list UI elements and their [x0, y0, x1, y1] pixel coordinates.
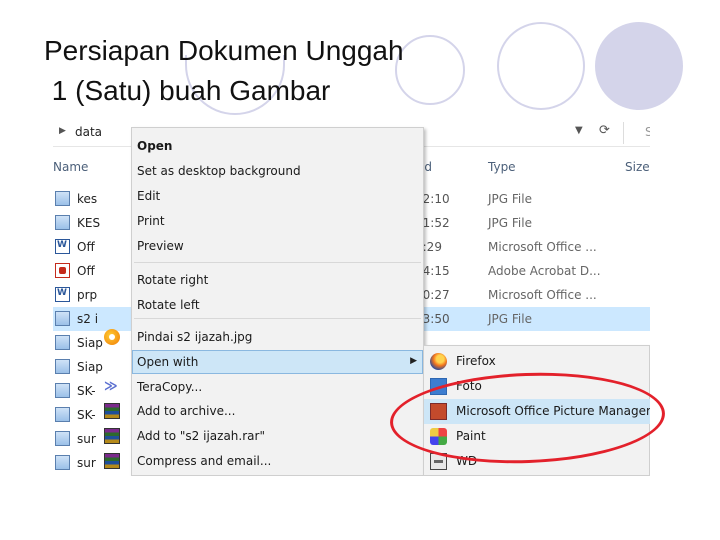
context-menu: Open Set as desktop background Edit Print Pr…: [104, 127, 424, 476]
open-with-item-label: Microsoft Office Picture Manager: [456, 404, 650, 418]
open-with-item-label: Firefox: [456, 354, 496, 368]
open-with-item[interactable]: WD: [424, 449, 650, 474]
photos-icon: [430, 378, 447, 395]
menu-separator: [134, 318, 421, 319]
pdf-file-icon: [55, 263, 70, 278]
context-menu-item-label: Set as desktop background: [137, 164, 301, 178]
file-name: s2 i: [77, 312, 99, 326]
firefox-icon: [430, 353, 447, 370]
image-file-icon: [55, 191, 70, 206]
context-menu-item[interactable]: Add to archive...: [104, 399, 423, 423]
chevron-right-icon: ▶: [410, 356, 417, 366]
file-name: SK-: [77, 408, 96, 422]
file-name: Siap: [77, 336, 103, 350]
context-menu-item[interactable]: Edit: [132, 184, 423, 208]
winrar-icon: [104, 428, 120, 444]
divider: [623, 122, 624, 144]
open-with-item[interactable]: Firefox: [424, 349, 650, 374]
decorative-circle: [497, 22, 585, 110]
file-name: SK-: [77, 384, 96, 398]
explorer-screenshot: ▶ data ▼ ⟳ S Name ed Type Size kes 12:10 J…: [53, 120, 650, 476]
open-with-submenu: Firefox Foto Microsoft Office Picture Mana…: [423, 345, 650, 476]
image-file-icon: [55, 335, 70, 350]
slide-title-line-1: Persiapan Dokumen Unggah: [44, 35, 404, 66]
word-file-icon: [55, 239, 70, 254]
context-menu-item-label: Preview: [137, 239, 184, 253]
winrar-icon: [104, 453, 120, 469]
teracopy-icon: ≫: [104, 379, 118, 394]
context-menu-item-label: Print: [137, 214, 165, 228]
scan-icon: [104, 329, 120, 345]
image-file-icon: [55, 311, 70, 326]
column-header-size[interactable]: Size: [625, 160, 650, 174]
context-menu-item[interactable]: Print: [132, 209, 423, 233]
menu-separator: [134, 262, 421, 263]
context-menu-item[interactable]: Pindai s2 ijazah.jpg: [104, 325, 423, 349]
context-menu-item-label: Add to archive...: [137, 404, 236, 418]
context-menu-item-label: Open: [137, 139, 173, 153]
open-with-item[interactable]: Foto: [424, 374, 650, 399]
chevron-down-icon[interactable]: ▼: [575, 125, 583, 136]
winrar-icon: [104, 403, 120, 419]
open-with-item-label: Foto: [456, 379, 482, 393]
context-menu-item[interactable]: Open: [132, 134, 423, 158]
context-menu-item-label: Add to "s2 ijazah.rar": [137, 429, 265, 443]
paint-icon: [430, 428, 447, 445]
context-menu-item-label: Edit: [137, 189, 161, 203]
context-menu-item[interactable]: Add to "s2 ijazah.rar": [104, 424, 423, 448]
file-name: sur: [77, 432, 96, 446]
context-menu-item[interactable]: ≫ TeraCopy...: [104, 375, 423, 399]
open-with-item-label: WD: [456, 454, 478, 468]
file-name: Off: [77, 240, 95, 254]
context-menu-item-label: Rotate left: [137, 298, 200, 312]
open-with-item-label: Paint: [456, 429, 486, 443]
decorative-circle: [395, 35, 465, 105]
context-menu-item[interactable]: Open with ▶: [132, 350, 423, 374]
search-box[interactable]: S: [645, 125, 650, 139]
context-menu-item-label: Rotate right: [137, 273, 209, 287]
decorative-circle-filled: [595, 22, 683, 110]
file-name: kes: [77, 192, 98, 206]
file-type: Microsoft Office ...: [488, 240, 597, 254]
column-header-name[interactable]: Name: [53, 160, 88, 174]
file-type: JPG File: [488, 312, 532, 326]
image-file-icon: [55, 359, 70, 374]
file-name: Siap: [77, 360, 103, 374]
open-with-item[interactable]: Microsoft Office Picture Manager: [424, 399, 650, 424]
context-menu-item[interactable]: Rotate left: [132, 293, 423, 317]
context-menu-item-label: Open with: [137, 355, 199, 369]
context-menu-item[interactable]: Compress and email...: [104, 449, 423, 473]
slide-title: Persiapan Dokumen Unggah 1 (Satu) buah G…: [44, 31, 404, 111]
address-path[interactable]: data: [75, 125, 102, 139]
context-menu-item-label: TeraCopy...: [137, 380, 203, 394]
image-file-icon: [55, 407, 70, 422]
slide-title-line-2: 1 (Satu) buah Gambar: [44, 75, 331, 106]
refresh-icon[interactable]: ⟳: [599, 123, 610, 138]
file-name: Off: [77, 264, 95, 278]
chevron-right-icon[interactable]: ▶: [59, 126, 66, 136]
file-type: Microsoft Office ...: [488, 288, 597, 302]
word-file-icon: [55, 287, 70, 302]
context-menu-item[interactable]: Set as desktop background: [132, 159, 423, 183]
context-menu-item[interactable]: Rotate right: [132, 268, 423, 292]
image-file-icon: [55, 215, 70, 230]
file-type: JPG File: [488, 192, 532, 206]
file-type: Adobe Acrobat D...: [488, 264, 601, 278]
image-file-icon: [55, 455, 70, 470]
image-file-icon: [55, 431, 70, 446]
file-name: prp: [77, 288, 98, 302]
picture-manager-icon: [430, 403, 447, 420]
context-menu-item[interactable]: Preview: [132, 234, 423, 258]
column-header-type[interactable]: Type: [488, 160, 516, 174]
wd-icon: [430, 453, 447, 470]
context-menu-item-label: Pindai s2 ijazah.jpg: [137, 330, 253, 344]
file-name: sur: [77, 456, 96, 470]
image-file-icon: [55, 383, 70, 398]
file-type: JPG File: [488, 216, 532, 230]
file-name: KES: [77, 216, 101, 230]
open-with-item[interactable]: Paint: [424, 424, 650, 449]
context-menu-item-label: Compress and email...: [137, 454, 272, 468]
